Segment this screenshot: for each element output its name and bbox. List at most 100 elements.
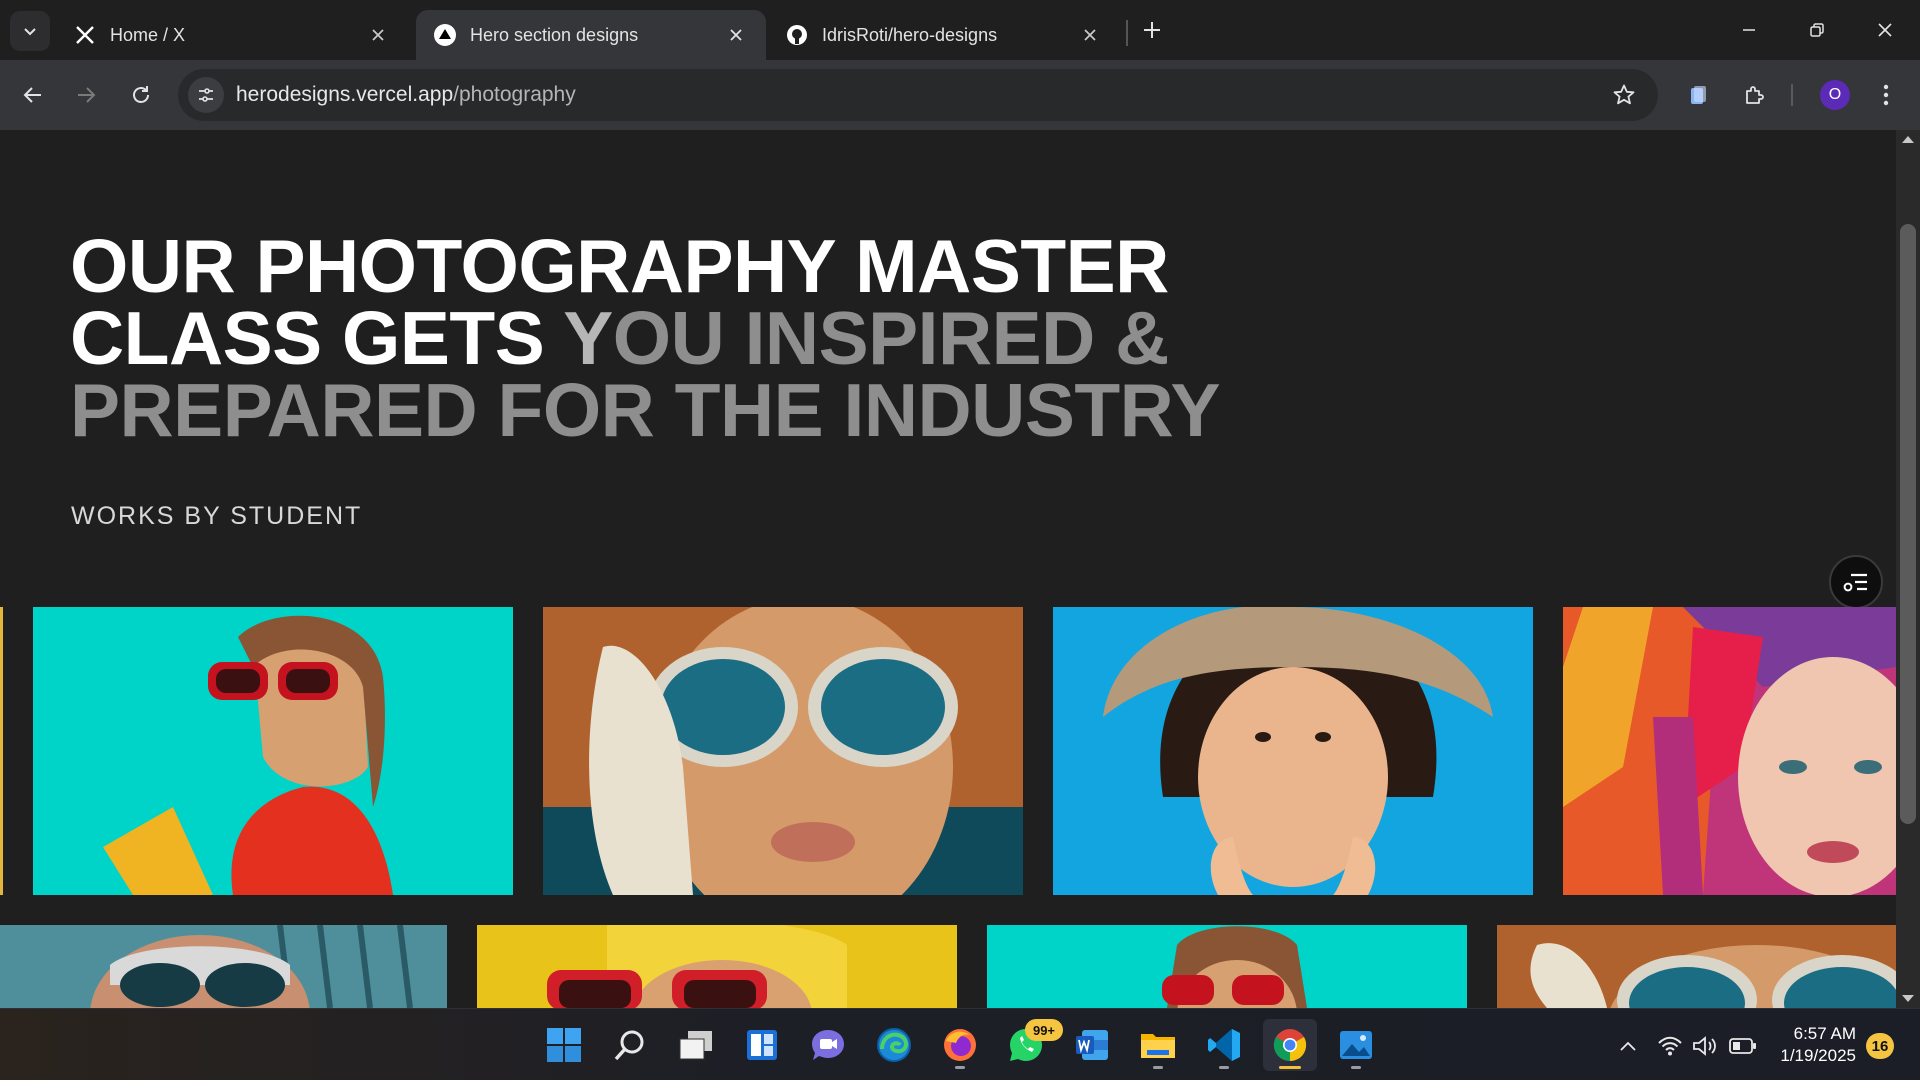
chrome-menu-button[interactable] bbox=[1868, 77, 1904, 113]
tab-search-button[interactable] bbox=[10, 11, 50, 51]
chevron-up-icon bbox=[1620, 1041, 1636, 1051]
close-icon bbox=[1878, 23, 1892, 37]
edge-icon bbox=[877, 1028, 911, 1062]
taskbar-clock[interactable]: 6:57 AM 1/19/2025 bbox=[1770, 1023, 1856, 1067]
scroll-up-arrow-icon[interactable] bbox=[1902, 136, 1914, 143]
photo-child-straw-hat bbox=[1053, 607, 1533, 895]
minimize-icon bbox=[1743, 29, 1755, 31]
back-button[interactable] bbox=[12, 74, 54, 116]
photo-woman-mirrored-sunglasses-2 bbox=[1497, 925, 1896, 1008]
x-logo-icon bbox=[74, 24, 96, 46]
photo-woman-colorful-feathers bbox=[1563, 607, 1896, 895]
browser-toolbar: herodesigns.vercel.app/photography O bbox=[0, 60, 1920, 130]
list-settings-icon bbox=[1843, 573, 1867, 592]
photos-icon bbox=[1340, 1031, 1372, 1059]
photo-card[interactable] bbox=[1563, 607, 1896, 895]
edge-button[interactable] bbox=[867, 1019, 921, 1071]
works-by-student-label: WORKS BY STUDENT bbox=[71, 502, 363, 530]
task-view-icon bbox=[679, 1031, 712, 1060]
start-button[interactable] bbox=[537, 1019, 591, 1071]
bookmark-button[interactable] bbox=[1610, 81, 1638, 109]
reload-icon bbox=[133, 86, 149, 103]
running-indicator bbox=[955, 1066, 965, 1069]
photo-card[interactable] bbox=[33, 607, 513, 895]
arrow-right-icon bbox=[78, 87, 96, 103]
photo-card[interactable] bbox=[477, 925, 957, 1008]
tab-hero-section-designs[interactable]: Hero section designs bbox=[416, 10, 766, 60]
tab-github-hero-designs[interactable]: IdrisRoti/hero-designs bbox=[768, 10, 1120, 60]
tab-divider bbox=[1126, 20, 1128, 46]
wifi-button[interactable] bbox=[1655, 1031, 1685, 1061]
active-indicator bbox=[1279, 1066, 1301, 1069]
address-bar[interactable]: herodesigns.vercel.app/photography bbox=[178, 69, 1658, 121]
reload-button[interactable] bbox=[120, 74, 162, 116]
running-indicator bbox=[1219, 1066, 1229, 1069]
toolbar-divider bbox=[1791, 84, 1793, 106]
puzzle-icon bbox=[1746, 86, 1764, 104]
profile-avatar[interactable]: O bbox=[1820, 80, 1850, 110]
chrome-icon bbox=[1273, 1029, 1307, 1062]
photo-card[interactable] bbox=[543, 607, 1023, 895]
taskbar-search-button[interactable] bbox=[603, 1019, 657, 1071]
photo-woman-teal-red-sunglasses bbox=[987, 925, 1467, 1008]
chrome-button[interactable] bbox=[1263, 1019, 1317, 1071]
page-viewport: OUR PHOTOGRAPHY MASTER CLASS GETS YOU IN… bbox=[0, 130, 1896, 1008]
restore-button[interactable] bbox=[1792, 8, 1842, 52]
close-tab-icon[interactable] bbox=[366, 23, 390, 47]
firefox-button[interactable] bbox=[933, 1019, 987, 1071]
vercel-triangle-icon bbox=[434, 24, 456, 46]
hero-heading: OUR PHOTOGRAPHY MASTER CLASS GETS YOU IN… bbox=[70, 229, 1221, 448]
task-view-button[interactable] bbox=[669, 1019, 723, 1071]
file-explorer-button[interactable] bbox=[1131, 1019, 1185, 1071]
tune-icon bbox=[199, 88, 213, 102]
minimize-button[interactable] bbox=[1724, 8, 1774, 52]
arrow-left-icon bbox=[23, 87, 41, 103]
file-explorer-icon bbox=[1141, 1034, 1175, 1058]
photo-card[interactable] bbox=[1053, 607, 1533, 895]
reading-list-button[interactable] bbox=[1680, 77, 1716, 113]
whatsapp-button[interactable]: 99+ bbox=[999, 1019, 1063, 1071]
site-info-button[interactable] bbox=[188, 77, 224, 113]
photo-card[interactable] bbox=[1497, 925, 1896, 1008]
scroll-thumb[interactable] bbox=[1900, 224, 1916, 824]
word-icon bbox=[1076, 1030, 1108, 1060]
volume-button[interactable] bbox=[1690, 1031, 1720, 1061]
photo-card[interactable] bbox=[0, 925, 447, 1008]
windows-start-icon bbox=[547, 1028, 581, 1062]
page-scrollbar[interactable] bbox=[1896, 130, 1920, 1008]
url-text[interactable]: herodesigns.vercel.app/photography bbox=[236, 83, 576, 107]
menu-float-button[interactable] bbox=[1829, 555, 1883, 609]
battery-button[interactable] bbox=[1728, 1031, 1758, 1061]
photo-edge-sliver bbox=[0, 607, 3, 895]
show-hidden-icons-button[interactable] bbox=[1613, 1031, 1643, 1061]
close-window-button[interactable] bbox=[1860, 8, 1910, 52]
extensions-button[interactable] bbox=[1736, 77, 1772, 113]
word-button[interactable] bbox=[1065, 1019, 1119, 1071]
plus-icon bbox=[1144, 22, 1160, 38]
teams-chat-button[interactable] bbox=[801, 1019, 855, 1071]
tab-title: Hero section designs bbox=[470, 24, 639, 45]
url-path: /photography bbox=[453, 83, 576, 106]
tab-home-x[interactable]: Home / X bbox=[56, 10, 408, 60]
forward-button[interactable] bbox=[65, 74, 107, 116]
new-tab-button[interactable] bbox=[1134, 12, 1170, 48]
kebab-menu-icon bbox=[1883, 84, 1889, 106]
scroll-down-arrow-icon[interactable] bbox=[1902, 995, 1914, 1002]
vscode-button[interactable] bbox=[1197, 1019, 1251, 1071]
photo-woman-yellow bbox=[477, 925, 957, 1008]
photo-woman-glass-building bbox=[0, 925, 447, 1008]
close-tab-icon[interactable] bbox=[724, 23, 748, 47]
vscode-icon bbox=[1208, 1029, 1240, 1061]
chevron-down-icon bbox=[24, 28, 36, 36]
photo-woman-mirrored-sunglasses bbox=[543, 607, 1023, 895]
whatsapp-unread-badge: 99+ bbox=[1025, 1019, 1063, 1041]
github-icon bbox=[786, 24, 808, 46]
notification-count-badge[interactable]: 16 bbox=[1866, 1033, 1894, 1059]
close-tab-icon[interactable] bbox=[1078, 23, 1102, 47]
photo-card[interactable] bbox=[987, 925, 1467, 1008]
widgets-button[interactable] bbox=[735, 1019, 789, 1071]
photos-button[interactable] bbox=[1329, 1019, 1383, 1071]
windows-taskbar: 99+ 6:57 AM 1/19/2025 16 bbox=[0, 1008, 1920, 1080]
star-icon bbox=[1613, 84, 1635, 105]
clock-time: 6:57 AM bbox=[1793, 1024, 1856, 1043]
